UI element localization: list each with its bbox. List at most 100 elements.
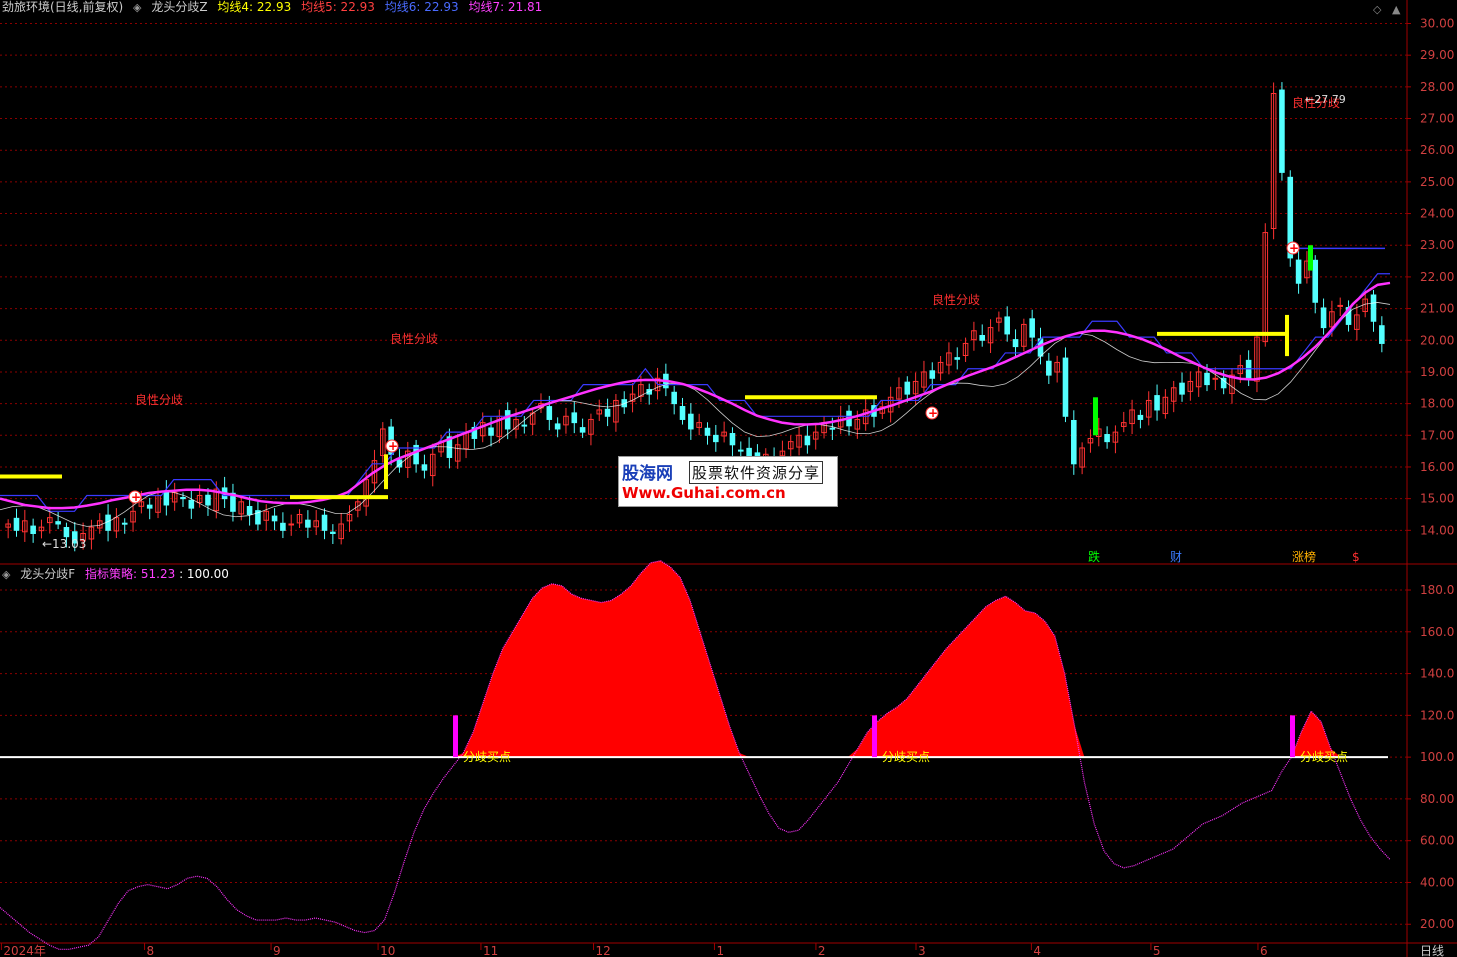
xtick-label: 11 xyxy=(483,944,498,957)
watermark-url: Www.Guhai.com.cn xyxy=(622,484,786,502)
main-ytick-label: 29.00 xyxy=(1420,48,1454,62)
strategy-value: 指标策略: 51.23 xyxy=(85,567,176,581)
candle-body xyxy=(1295,259,1302,284)
candle-body xyxy=(305,519,311,528)
buy-signal-bar xyxy=(872,715,877,758)
buy-signal-bar xyxy=(1290,715,1295,758)
main-ytick-label: 19.00 xyxy=(1420,365,1454,379)
candle-body xyxy=(804,435,811,446)
candle-body xyxy=(63,527,70,538)
candle-body xyxy=(330,531,336,534)
sub-ytick-label: 160.0 xyxy=(1420,625,1454,639)
candle-body xyxy=(1062,357,1069,417)
buy-plus-glyph: + xyxy=(388,439,398,453)
candle-body xyxy=(1104,434,1110,443)
candle-body xyxy=(146,504,153,509)
benign-divergence-label: 良性分歧 xyxy=(390,331,438,346)
ma7-value: 均线7: 21.81 xyxy=(468,0,543,14)
low-price-label: ←13.03 xyxy=(42,537,86,551)
candle-body xyxy=(1370,294,1377,322)
candle-body xyxy=(571,412,578,424)
candle-body xyxy=(280,522,286,531)
stock-title: 劲旅环境(日线,前复权) xyxy=(2,0,124,14)
main-ytick-label: 21.00 xyxy=(1420,302,1454,316)
period-label: 日线 xyxy=(1420,944,1444,957)
main-ytick-label: 14.00 xyxy=(1420,523,1454,537)
event-marker: 财 xyxy=(1170,550,1182,564)
candle-body xyxy=(288,523,295,526)
candle-body xyxy=(713,434,719,443)
xtick-label: 12 xyxy=(596,944,611,957)
main-header: 劲旅环境(日线,前复权) ◈ 龙头分歧Z 均线4: 22.93 均线5: 22.… xyxy=(2,0,548,15)
candle-body xyxy=(421,464,428,471)
candle-body xyxy=(1312,259,1319,303)
benign-divergence-label: 良性分歧 xyxy=(932,292,980,307)
green-signal-bar xyxy=(1308,245,1313,271)
buy-point-label: 分歧买点 xyxy=(463,750,511,764)
diamond-icon: ◇ xyxy=(1373,3,1382,16)
candle-body xyxy=(13,517,20,531)
candle-body xyxy=(679,406,686,420)
buy-plus-glyph: + xyxy=(928,406,938,420)
candle-body xyxy=(704,427,711,436)
xtick-label: 1 xyxy=(716,944,724,957)
buy-point-label: 分歧买点 xyxy=(882,750,930,764)
event-marker: 涨榜 xyxy=(1292,549,1316,564)
candle-body xyxy=(1029,318,1035,338)
candle-body xyxy=(271,515,278,522)
candle-body xyxy=(1204,372,1210,386)
candle-body xyxy=(521,424,528,427)
candle-body xyxy=(929,370,936,379)
candle-body xyxy=(488,427,494,436)
candle-body xyxy=(105,514,111,531)
main-ytick-label: 28.00 xyxy=(1420,80,1454,94)
candle-body xyxy=(1154,395,1160,411)
xtick-label: 6 xyxy=(1260,944,1268,957)
candle-body xyxy=(1004,316,1010,335)
collapse-icon[interactable]: ◈ xyxy=(133,1,141,14)
xtick-label: 4 xyxy=(1033,944,1041,957)
xtick-label: 2024年 xyxy=(3,944,46,957)
candle-body xyxy=(729,433,736,446)
sub-collapse-icon[interactable]: ◈ xyxy=(2,568,10,581)
candle-body xyxy=(188,499,195,509)
indicator-name: 龙头分歧Z xyxy=(151,0,208,14)
xtick-label: 3 xyxy=(918,944,926,957)
main-ytick-label: 20.00 xyxy=(1420,333,1454,347)
green-signal-bar xyxy=(1093,397,1098,436)
candle-body xyxy=(954,357,961,360)
watermark-slogan: 股票软件资源分享 xyxy=(689,461,824,484)
candle-body xyxy=(1279,89,1285,173)
xtick-label: 10 xyxy=(380,944,395,957)
main-ytick-label: 24.00 xyxy=(1420,207,1454,221)
xtick-label: 2 xyxy=(818,944,826,957)
buy-signal-bar xyxy=(453,715,458,758)
candle-body xyxy=(554,423,561,430)
level-value: : 100.00 xyxy=(179,567,229,581)
candle-body xyxy=(1137,414,1144,420)
sub-ytick-label: 140.0 xyxy=(1420,667,1454,681)
candle-body xyxy=(1071,419,1077,465)
sub-ytick-label: 180.0 xyxy=(1420,583,1454,597)
candle-body xyxy=(321,514,328,531)
main-ytick-label: 18.00 xyxy=(1420,397,1454,411)
candle-body xyxy=(246,506,253,515)
candle-body xyxy=(688,413,694,430)
candle-body xyxy=(180,496,186,500)
candle-body xyxy=(1046,360,1052,376)
ma6-value: 均线6: 22.93 xyxy=(384,0,459,14)
candle-body xyxy=(163,490,170,506)
main-ytick-label: 16.00 xyxy=(1420,460,1454,474)
main-ytick-label: 27.00 xyxy=(1420,112,1454,126)
candle-body xyxy=(1337,304,1344,307)
xtick-label: 8 xyxy=(147,944,155,957)
buy-point-label: 分歧买点 xyxy=(1300,750,1348,764)
xtick-label: 9 xyxy=(273,944,281,957)
candle-body xyxy=(737,449,744,452)
candle-body xyxy=(904,381,911,395)
main-ytick-label: 17.00 xyxy=(1420,428,1454,442)
benign-divergence-label: 良性分歧 xyxy=(135,392,183,407)
sub-ytick-label: 40.00 xyxy=(1420,875,1454,889)
sub-header: ◈ 龙头分歧F 指标策略: 51.23 : 100.00 xyxy=(2,567,235,582)
watermark-logo: 股海网 xyxy=(622,464,673,484)
